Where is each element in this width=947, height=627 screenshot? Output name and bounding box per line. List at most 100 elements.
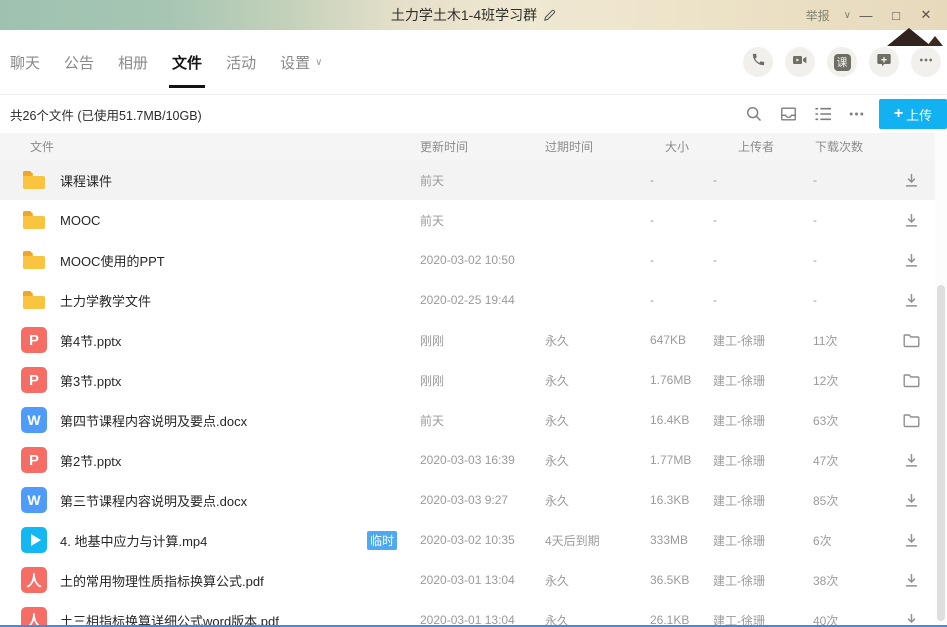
download-icon[interactable]: [904, 173, 919, 188]
file-name: 第3节.pptx: [60, 371, 121, 390]
open-folder-icon[interactable]: [903, 373, 920, 388]
scrollbar-thumb[interactable]: [937, 285, 945, 621]
more-actions-button[interactable]: [911, 47, 941, 77]
class-icon: 课: [834, 54, 851, 71]
file-row[interactable]: W 第四节课程内容说明及要点.docx 前天 永久 16.4KB 建工-徐珊 6…: [0, 400, 935, 440]
tab-settings-label: 设置: [280, 52, 310, 73]
file-size: -: [650, 253, 713, 267]
header-expires[interactable]: 过期时间: [545, 138, 650, 155]
download-icon[interactable]: [904, 533, 919, 548]
file-row[interactable]: MOOC使用的PPT 2020-03-02 10:50 - - -: [0, 240, 935, 280]
download-icon[interactable]: [904, 293, 919, 308]
file-uploader: -: [713, 253, 813, 267]
file-name: 土力学教学文件: [60, 291, 151, 310]
file-row[interactable]: MOOC 前天 - - -: [0, 200, 935, 240]
download-icon[interactable]: [904, 493, 919, 508]
settings-chevron-icon: ∨: [315, 57, 322, 68]
file-uploader: -: [713, 293, 813, 307]
file-updated: 刚刚: [420, 332, 545, 349]
file-updated: 2020-03-03 9:27: [420, 493, 545, 507]
file-uploader: 建工-徐珊: [713, 452, 813, 469]
header-size[interactable]: 大小: [650, 138, 713, 155]
file-size: 16.4KB: [650, 413, 713, 427]
file-expires: 永久: [545, 372, 650, 389]
download-icon[interactable]: [904, 573, 919, 588]
file-updated: 2020-02-25 19:44: [420, 293, 545, 307]
file-row[interactable]: 人 土三相指标换算详细公式word版本.pdf 2020-03-01 13:04…: [0, 600, 935, 627]
open-folder-icon[interactable]: [903, 333, 920, 348]
title-bar: 土力学土木1-4班学习群 举报 ∨ — □ ✕: [0, 0, 947, 30]
file-name: 第四节课程内容说明及要点.docx: [60, 411, 247, 430]
file-uploader: -: [713, 213, 813, 227]
ppt-file-icon: P: [20, 326, 48, 354]
file-downloads: 47次: [813, 452, 888, 469]
file-size: -: [650, 293, 713, 307]
video-camera-icon: [792, 52, 808, 73]
close-button[interactable]: ✕: [911, 7, 941, 23]
edit-title-icon[interactable]: [543, 9, 556, 22]
file-name: 课程课件: [60, 171, 112, 190]
maximize-button[interactable]: □: [881, 8, 911, 23]
word-file-icon: W: [20, 486, 48, 514]
file-row[interactable]: P 第3节.pptx 刚刚 永久 1.76MB 建工-徐珊 12次: [0, 360, 935, 400]
list-view-icon[interactable]: [814, 106, 832, 122]
tab-chat[interactable]: 聊天: [10, 30, 40, 94]
open-folder-icon[interactable]: [903, 413, 920, 428]
minimize-button[interactable]: —: [851, 8, 881, 23]
tab-album[interactable]: 相册: [118, 30, 148, 94]
theme-decoration: [887, 28, 931, 46]
new-topic-button[interactable]: [869, 47, 899, 77]
tab-files[interactable]: 文件: [172, 30, 202, 94]
header-downloads[interactable]: 下载次数: [813, 138, 888, 155]
header-updated[interactable]: 更新时间: [420, 138, 545, 155]
file-updated: 2020-03-02 10:35: [420, 533, 545, 547]
file-row[interactable]: P 第4节.pptx 刚刚 永久 647KB 建工-徐珊 11次: [0, 320, 935, 360]
inbox-icon[interactable]: [779, 105, 798, 123]
download-icon[interactable]: [904, 253, 919, 268]
more-tools-icon[interactable]: [848, 106, 865, 122]
video-file-icon: [20, 526, 48, 554]
file-expires: 永久: [545, 452, 650, 469]
voice-call-button[interactable]: [743, 47, 773, 77]
file-row[interactable]: 4. 地基中应力与计算.mp4 临时 2020-03-02 10:35 4天后到…: [0, 520, 935, 560]
group-file-window: 土力学土木1-4班学习群 举报 ∨ — □ ✕ 聊天 公告 相册 文件 活动 设…: [0, 0, 947, 627]
phone-icon: [751, 52, 766, 72]
video-call-button[interactable]: [785, 47, 815, 77]
toolbar-icons: [745, 105, 865, 123]
class-button[interactable]: 课: [827, 47, 857, 77]
report-button[interactable]: 举报: [806, 7, 830, 24]
file-expires: 永久: [545, 412, 650, 429]
temp-badge: 临时: [367, 531, 397, 550]
download-icon[interactable]: [904, 213, 919, 228]
file-row[interactable]: 土力学教学文件 2020-02-25 19:44 - - -: [0, 280, 935, 320]
ellipsis-icon: [918, 52, 934, 73]
file-uploader: 建工-徐珊: [713, 492, 813, 509]
upload-button[interactable]: + 上传: [879, 99, 947, 129]
upload-button-label: 上传: [906, 105, 932, 124]
file-size: 16.3KB: [650, 493, 713, 507]
file-size: -: [650, 213, 713, 227]
tab-activity[interactable]: 活动: [226, 30, 256, 94]
file-downloads: -: [813, 253, 888, 267]
tab-announcement[interactable]: 公告: [64, 30, 94, 94]
file-row[interactable]: 课程课件 前天 - - -: [0, 160, 935, 200]
header-file[interactable]: 文件: [0, 138, 420, 155]
file-row[interactable]: P 第2节.pptx 2020-03-03 16:39 永久 1.77MB 建工…: [0, 440, 935, 480]
file-name: 土的常用物理性质指标换算公式.pdf: [60, 571, 264, 590]
file-row[interactable]: W 第三节课程内容说明及要点.docx 2020-03-03 9:27 永久 1…: [0, 480, 935, 520]
file-name: MOOC使用的PPT: [60, 251, 165, 270]
report-chevron-icon[interactable]: ∨: [844, 10, 851, 21]
header-uploader[interactable]: 上传者: [713, 138, 813, 155]
file-toolbar: 共26个文件 (已使用51.7MB/10GB) + 上传: [0, 95, 947, 133]
file-uploader: -: [713, 173, 813, 187]
window-controls: 举报 ∨ — □ ✕: [806, 0, 941, 30]
tab-settings[interactable]: 设置 ∨: [280, 30, 322, 94]
chat-plus-icon: [876, 52, 892, 73]
file-uploader: 建工-徐珊: [713, 372, 813, 389]
file-downloads: 63次: [813, 412, 888, 429]
scrollbar-track[interactable]: [935, 133, 947, 625]
download-icon[interactable]: [904, 453, 919, 468]
file-row[interactable]: 人 土的常用物理性质指标换算公式.pdf 2020-03-01 13:04 永久…: [0, 560, 935, 600]
file-name: 4. 地基中应力与计算.mp4: [60, 531, 207, 550]
search-icon[interactable]: [745, 105, 763, 123]
